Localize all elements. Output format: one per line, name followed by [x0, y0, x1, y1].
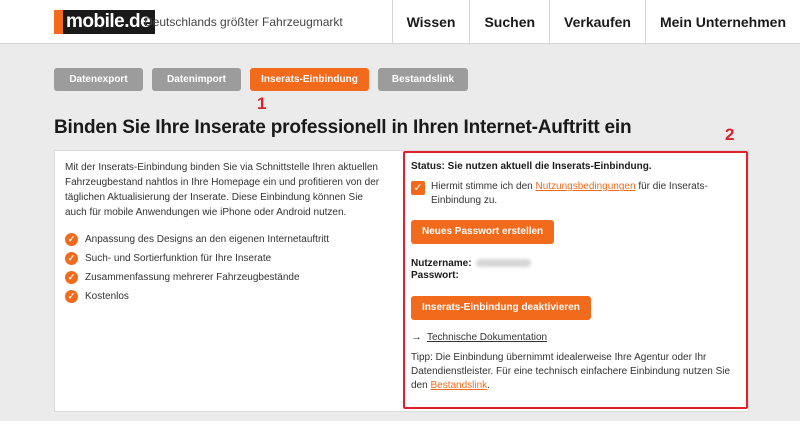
check-icon: ✓ — [65, 252, 78, 265]
feature-item: ✓ Zusammenfassung mehrerer Fahrzeugbestän… — [65, 268, 385, 287]
tab-datenimport[interactable]: Datenimport — [152, 68, 241, 91]
tab-inserats-einbindung[interactable]: Inserats-Einbindung — [250, 68, 369, 91]
technical-documentation-link[interactable]: Technische Dokumentation — [427, 332, 547, 343]
consent-row: ✓ Hiermit stimme ich den Nutzungsbedingu… — [411, 180, 741, 208]
tip-text-after: . — [487, 380, 490, 391]
site-header: mobile.de Deutschlands größter Fahrzeugm… — [0, 0, 800, 44]
username-value-redacted — [475, 259, 531, 268]
feature-label: Kostenlos — [85, 291, 129, 302]
consent-text: Hiermit stimme ich den Nutzungsbedingung… — [431, 180, 741, 208]
content-card: Mit der Inserats-Einbindung binden Sie v… — [54, 150, 749, 412]
deactivate-button[interactable]: Inserats-Einbindung deaktivieren — [411, 296, 591, 320]
feature-item: ✓ Kostenlos — [65, 287, 385, 306]
nav-mein-unternehmen[interactable]: Mein Unternehmen — [644, 0, 800, 44]
page-title: Binden Sie Ihre Inserate professionell i… — [54, 117, 632, 138]
logo-text: mobile.de — [63, 10, 156, 34]
tab-datenexport[interactable]: Datenexport — [54, 68, 143, 91]
feature-label: Zusammenfassung mehrerer Fahrzeugbeständ… — [85, 272, 300, 283]
feature-item: ✓ Such- und Sortierfunktion für Ihre Inse… — [65, 249, 385, 268]
password-label: Passwort: — [411, 270, 459, 281]
check-icon: ✓ — [65, 290, 78, 303]
consent-checkbox[interactable]: ✓ — [411, 181, 425, 195]
tab-bestandslink[interactable]: Bestandslink — [378, 68, 468, 91]
intro-text: Mit der Inserats-Einbindung binden Sie v… — [65, 162, 380, 218]
feature-label: Anpassung des Designs an den eigenen Int… — [85, 234, 330, 245]
check-icon: ✓ — [65, 233, 78, 246]
username-row: Nutzername: — [411, 258, 741, 270]
documentation-row: → Technische Dokumentation — [411, 331, 741, 343]
feature-item: ✓ Anpassung des Designs an den eigenen In… — [65, 230, 385, 249]
feature-label: Such- und Sortierfunktion für Ihre Inser… — [85, 253, 272, 264]
tip-text: Tipp: Die Einbindung übernimmt idealerwe… — [411, 351, 741, 393]
status-text: Status: Sie nutzen aktuell die Inserats-… — [411, 161, 652, 172]
check-icon: ✓ — [65, 271, 78, 284]
annotation-marker-2: 2 — [725, 125, 735, 144]
arrow-right-icon: → — [411, 331, 422, 343]
annotation-marker-1: 1 — [257, 94, 267, 113]
settings-panel: Status: Sie nutzen aktuell die Inserats-… — [403, 151, 748, 409]
new-password-button[interactable]: Neues Passwort erstellen — [411, 220, 555, 244]
bestandslink-link[interactable]: Bestandslink — [430, 380, 487, 391]
consent-text-before: Hiermit stimme ich den — [431, 181, 536, 192]
nav-verkaufen[interactable]: Verkaufen — [549, 0, 645, 44]
password-row: Passwort: — [411, 270, 741, 282]
logo-mark — [54, 10, 63, 34]
nav-suchen[interactable]: Suchen — [469, 0, 549, 44]
terms-link[interactable]: Nutzungsbedingungen — [535, 181, 635, 192]
main-nav: Wissen Suchen Verkaufen Mein Unternehmen — [391, 0, 800, 44]
credentials: Nutzername: Passwort: — [411, 258, 741, 282]
username-label: Nutzername: — [411, 258, 472, 269]
description-column: Mit der Inserats-Einbindung binden Sie v… — [65, 160, 385, 306]
tagline: Deutschlands größter Fahrzeugmarkt — [144, 15, 343, 29]
nav-wissen[interactable]: Wissen — [391, 0, 470, 44]
mobile-de-logo[interactable]: mobile.de — [54, 10, 156, 34]
feature-list: ✓ Anpassung des Designs an den eigenen In… — [65, 230, 385, 306]
